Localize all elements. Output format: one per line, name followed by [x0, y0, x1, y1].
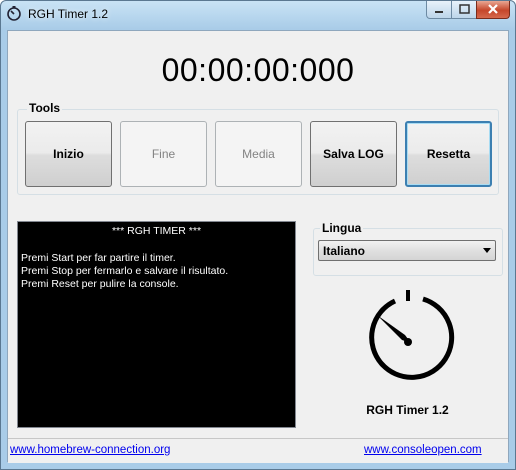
console-line: Premi Start per far partire il timer. [21, 252, 176, 264]
save-log-button[interactable]: Salva LOG [310, 121, 397, 187]
console-line: Premi Reset per pulire la console. [21, 278, 179, 290]
stopwatch-small-icon [7, 6, 21, 21]
maximize-icon [459, 4, 470, 14]
maximize-button[interactable] [451, 1, 477, 19]
start-button[interactable]: Inizio [25, 121, 112, 187]
timer-display: 00:00:00:000 [161, 52, 355, 88]
consoleopen-link[interactable]: www.consoleopen.com [364, 444, 482, 456]
console-lines: Premi Start per far partire il timer. Pr… [21, 252, 228, 291]
tools-label: Tools [27, 101, 63, 115]
close-icon [488, 4, 498, 14]
stopwatch-icon [369, 290, 455, 380]
console-line: Premi Stop per fermarlo e salvare il ris… [21, 265, 229, 277]
console-title: *** RGH TIMER *** [111, 225, 202, 237]
minimize-button[interactable] [426, 1, 452, 19]
minimize-icon [435, 11, 443, 13]
homebrew-connection-link[interactable]: www.homebrew-connection.org [10, 444, 170, 456]
language-selected-value: Italiano [323, 244, 366, 258]
reset-button[interactable]: Resetta [405, 121, 492, 187]
language-label: Lingua [320, 221, 364, 235]
chevron-down-icon [483, 248, 491, 253]
average-button[interactable]: Media [215, 121, 302, 187]
window-title: RGH Timer 1.2 [28, 7, 109, 21]
language-select[interactable]: Italiano [318, 240, 496, 261]
close-button[interactable] [476, 1, 510, 19]
app-name: RGH Timer 1.2 [366, 403, 449, 417]
title-bar[interactable]: RGH Timer 1.2 [0, 0, 516, 30]
stop-button[interactable]: Fine [120, 121, 207, 187]
console-output[interactable]: *** RGH TIMER *** Premi Start per far pa… [17, 221, 296, 428]
